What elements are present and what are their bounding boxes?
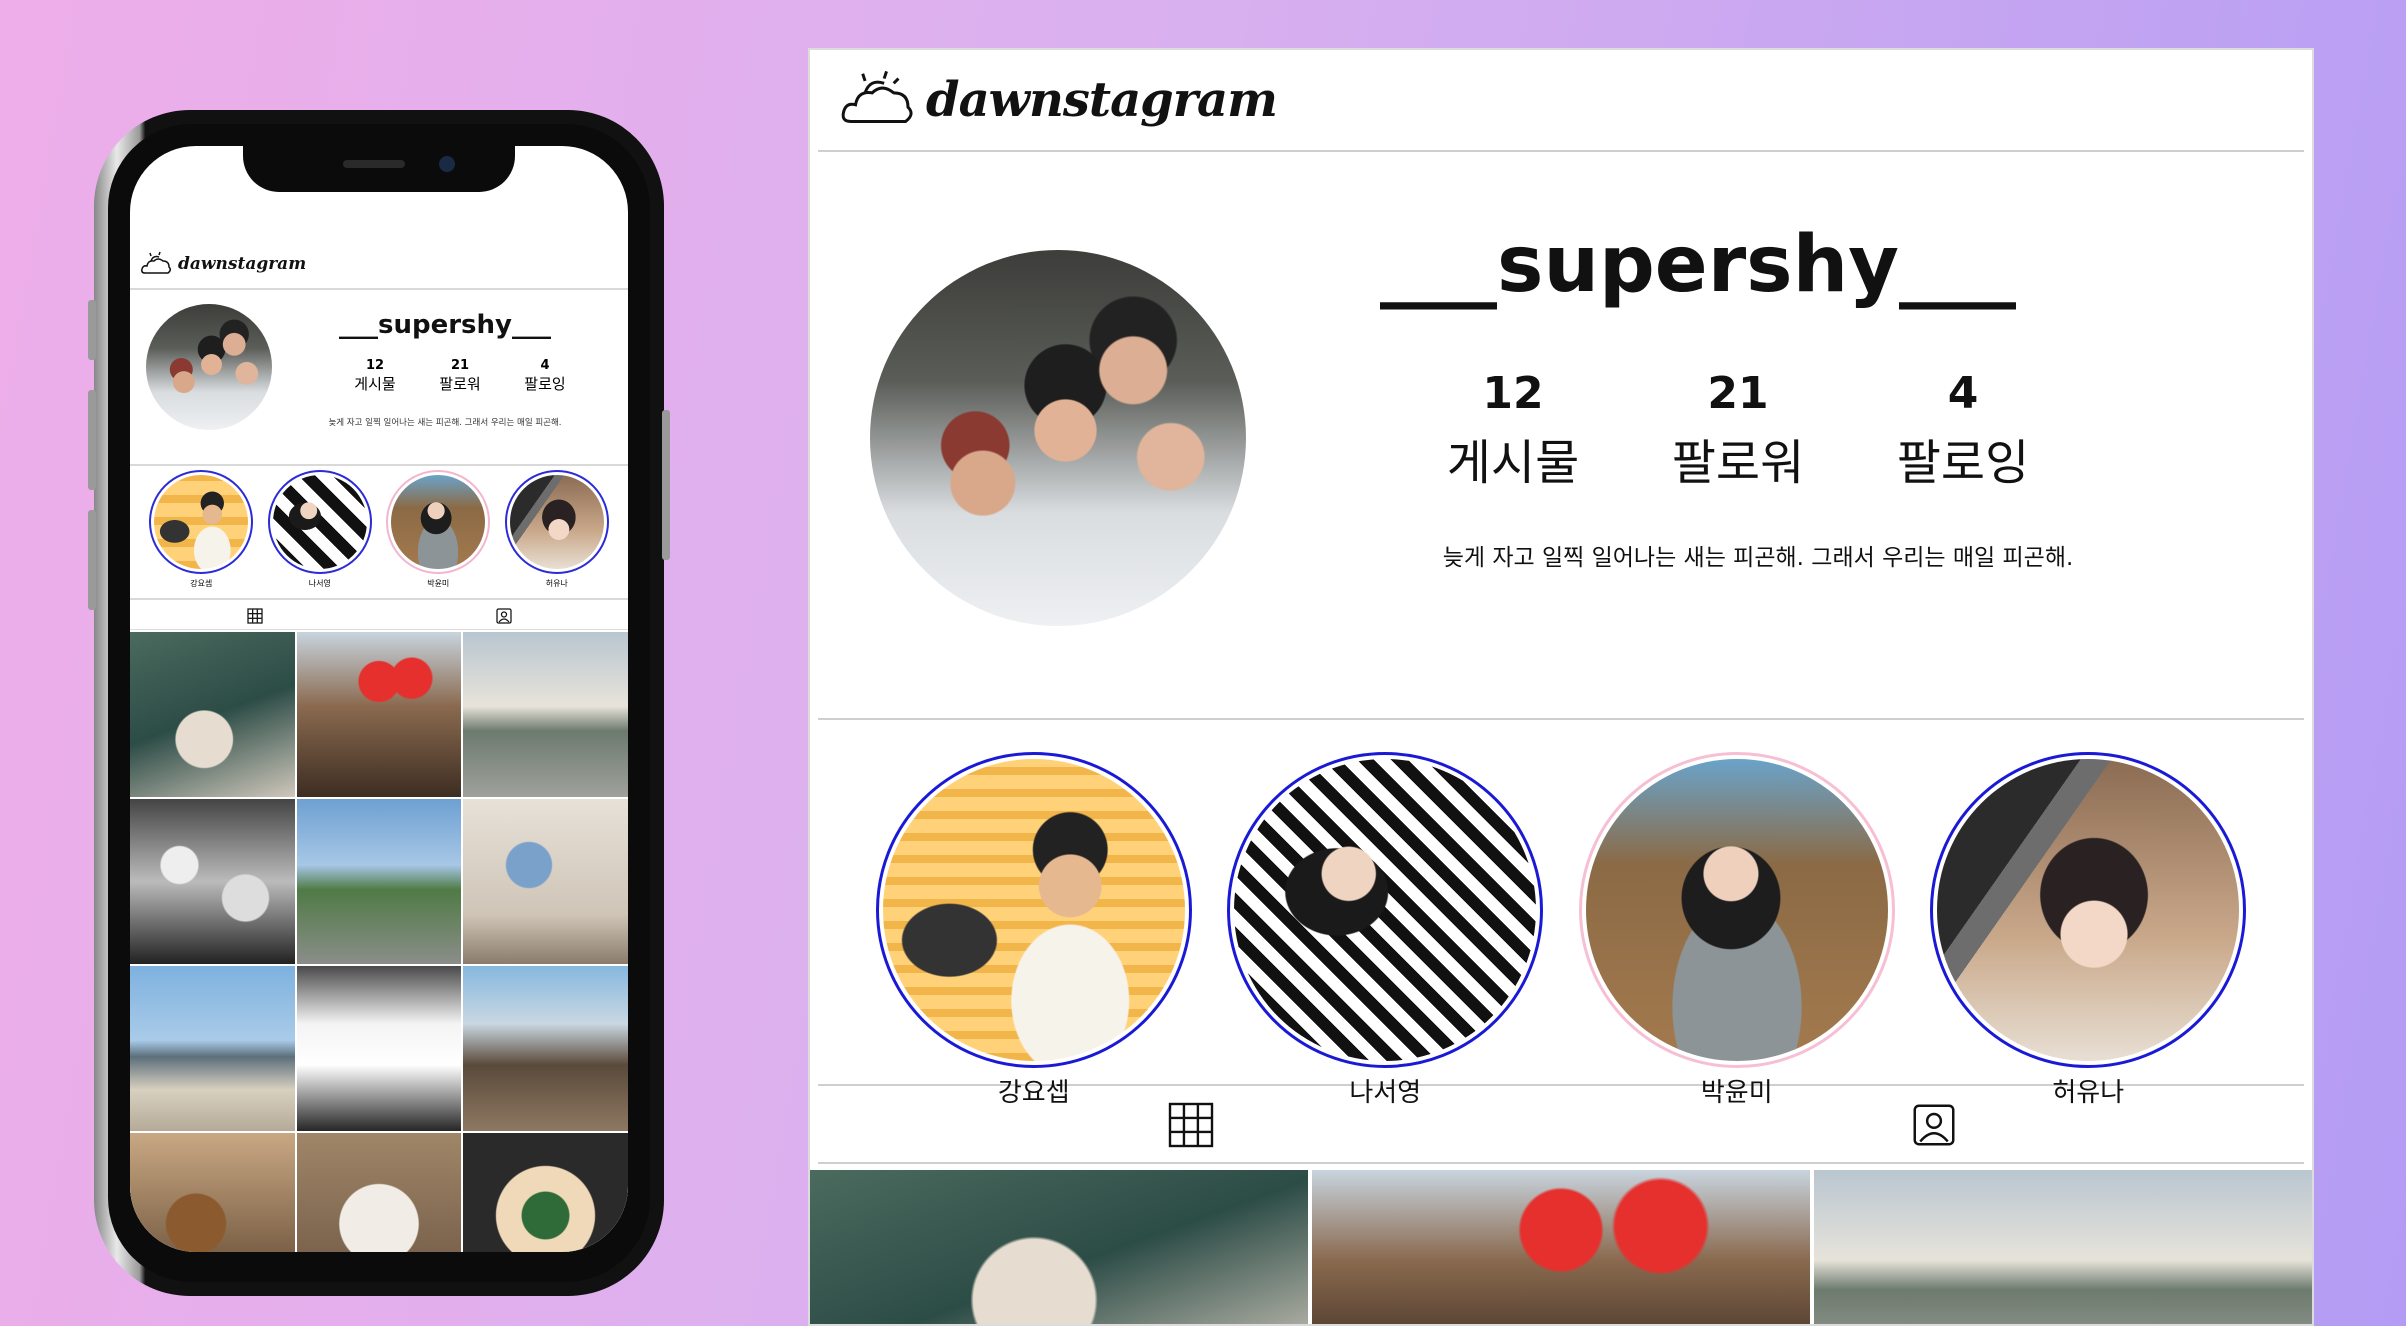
profile-avatar[interactable] xyxy=(870,250,1246,626)
stat-followers[interactable]: 21 팔로워 xyxy=(1653,368,1823,493)
stat-following-label: 팔로잉 xyxy=(524,375,566,393)
post-thumbnail[interactable] xyxy=(296,1133,462,1252)
phone-speaker xyxy=(343,160,405,168)
stat-followers[interactable]: 21 팔로워 xyxy=(425,358,495,394)
mobile-post-grid xyxy=(130,632,628,1252)
story-highlight[interactable]: 허유나 xyxy=(504,470,609,598)
stat-following-count: 4 xyxy=(1947,368,1979,419)
mobile-profile-section: ___supershy___ 12 게시물 21 팔로워 4 팔로잉 늦게 자고… xyxy=(130,292,628,466)
stat-posts-count: 12 xyxy=(1482,368,1544,419)
profile-username: ___supershy___ xyxy=(339,310,551,340)
stat-posts[interactable]: 12 게시물 xyxy=(1428,368,1598,493)
story-name: 강요셉 xyxy=(190,579,213,588)
post-thumbnail[interactable] xyxy=(296,799,462,964)
app-logo-text[interactable]: dawnstagram xyxy=(926,72,1278,128)
post-thumbnail[interactable] xyxy=(463,632,628,797)
desktop-window: dawnstagram ___supershy___ 12 게시물 21 팔로워… xyxy=(808,48,2314,1326)
phone-mute-switch xyxy=(88,300,96,360)
post-thumbnail[interactable] xyxy=(296,632,462,797)
post-thumbnail[interactable] xyxy=(1814,1170,2312,1324)
post-thumbnail[interactable] xyxy=(130,1133,295,1252)
tagged-user-icon[interactable] xyxy=(1912,1103,1956,1147)
phone-volume-up-button xyxy=(88,390,96,490)
post-thumbnail[interactable] xyxy=(463,799,628,964)
story-name: 박윤미 xyxy=(427,579,450,588)
stat-posts-label: 게시물 xyxy=(354,375,396,393)
stat-following-label: 팔로잉 xyxy=(1896,435,2030,491)
post-thumbnail[interactable] xyxy=(130,966,295,1131)
story-highlight[interactable]: 나서영 xyxy=(1227,752,1544,1108)
phone-camera xyxy=(439,156,455,172)
stat-followers-label: 팔로워 xyxy=(439,375,481,393)
profile-stats: 12 게시물 21 팔로워 4 팔로잉 xyxy=(1428,368,2048,493)
post-thumbnail[interactable] xyxy=(463,966,628,1131)
story-name: 허유나 xyxy=(545,579,568,588)
desktop-header: dawnstagram xyxy=(818,50,2304,152)
mobile-header: dawnstagram xyxy=(130,240,628,290)
story-avatar xyxy=(509,475,604,569)
cloud-sun-logo-icon[interactable] xyxy=(838,69,916,131)
grid-icon[interactable] xyxy=(246,607,263,624)
phone-mockup: dawnstagram ___supershy___ 12 게시물 21 팔로워… xyxy=(88,110,670,1296)
post-thumbnail[interactable] xyxy=(296,966,462,1131)
post-thumbnail[interactable] xyxy=(130,799,295,964)
story-avatar xyxy=(154,475,249,569)
stat-following[interactable]: 4 팔로잉 xyxy=(1878,368,2048,493)
story-avatar xyxy=(1937,759,2240,1061)
story-name: 나서영 xyxy=(308,579,331,588)
story-avatar xyxy=(1585,759,1888,1061)
stat-followers-label: 팔로워 xyxy=(1671,435,1805,491)
cloud-sun-logo-icon[interactable] xyxy=(140,251,172,277)
profile-bio: 늦게 자고 일찍 일어나는 새는 피곤해. 그래서 우리는 매일 피곤해. xyxy=(328,418,562,428)
tagged-user-icon[interactable] xyxy=(495,607,512,624)
profile-bio: 늦게 자고 일찍 일어나는 새는 피곤해. 그래서 우리는 매일 피곤해. xyxy=(1442,545,2074,571)
stat-posts[interactable]: 12 게시물 xyxy=(340,358,410,394)
stat-following-count: 4 xyxy=(540,358,550,373)
phone-bezel: dawnstagram ___supershy___ 12 게시물 21 팔로워… xyxy=(108,124,650,1282)
phone-power-button xyxy=(662,410,670,560)
post-thumbnail[interactable] xyxy=(1312,1170,1810,1324)
phone-notch xyxy=(243,146,515,192)
story-highlight[interactable]: 나서영 xyxy=(267,470,372,598)
desktop-story-highlights: 강요셉 나서영 박윤미 허유나 xyxy=(818,722,2304,1108)
stat-followers-count: 21 xyxy=(1707,368,1769,419)
grid-icon[interactable] xyxy=(1167,1101,1215,1149)
story-avatar xyxy=(1234,759,1537,1061)
story-highlight[interactable]: 박윤미 xyxy=(1578,752,1895,1108)
desktop-profile-tabs xyxy=(818,1088,2304,1164)
phone-volume-down-button xyxy=(88,510,96,610)
story-avatar xyxy=(391,475,486,569)
stat-posts-label: 게시물 xyxy=(1446,435,1580,491)
post-thumbnail[interactable] xyxy=(463,1133,628,1252)
profile-username: ___supershy___ xyxy=(1380,220,2016,310)
desktop-profile-section: ___supershy___ 12 게시물 21 팔로워 4 팔로잉 늦게 자고… xyxy=(818,154,2304,720)
story-highlight[interactable]: 강요셉 xyxy=(875,752,1192,1108)
stat-followers-count: 21 xyxy=(450,358,470,373)
story-highlight[interactable]: 강요셉 xyxy=(149,470,254,598)
mobile-story-highlights: 강요셉 나서영 박윤미 허유나 xyxy=(130,470,628,600)
post-thumbnail[interactable] xyxy=(130,632,295,797)
post-thumbnail[interactable] xyxy=(810,1170,1308,1324)
desktop-post-grid xyxy=(810,1170,2312,1324)
app-logo-text[interactable]: dawnstagram xyxy=(178,254,306,274)
story-highlight[interactable]: 허유나 xyxy=(1930,752,2247,1108)
profile-avatar[interactable] xyxy=(146,304,272,430)
story-avatar xyxy=(272,475,367,569)
phone-screen: dawnstagram ___supershy___ 12 게시물 21 팔로워… xyxy=(130,146,628,1252)
profile-stats: 12 게시물 21 팔로워 4 팔로잉 xyxy=(340,358,580,394)
story-avatar xyxy=(882,759,1185,1061)
story-highlight[interactable]: 박윤미 xyxy=(386,470,491,598)
stat-posts-count: 12 xyxy=(365,358,385,373)
stat-following[interactable]: 4 팔로잉 xyxy=(510,358,580,394)
mobile-profile-tabs xyxy=(130,602,628,630)
